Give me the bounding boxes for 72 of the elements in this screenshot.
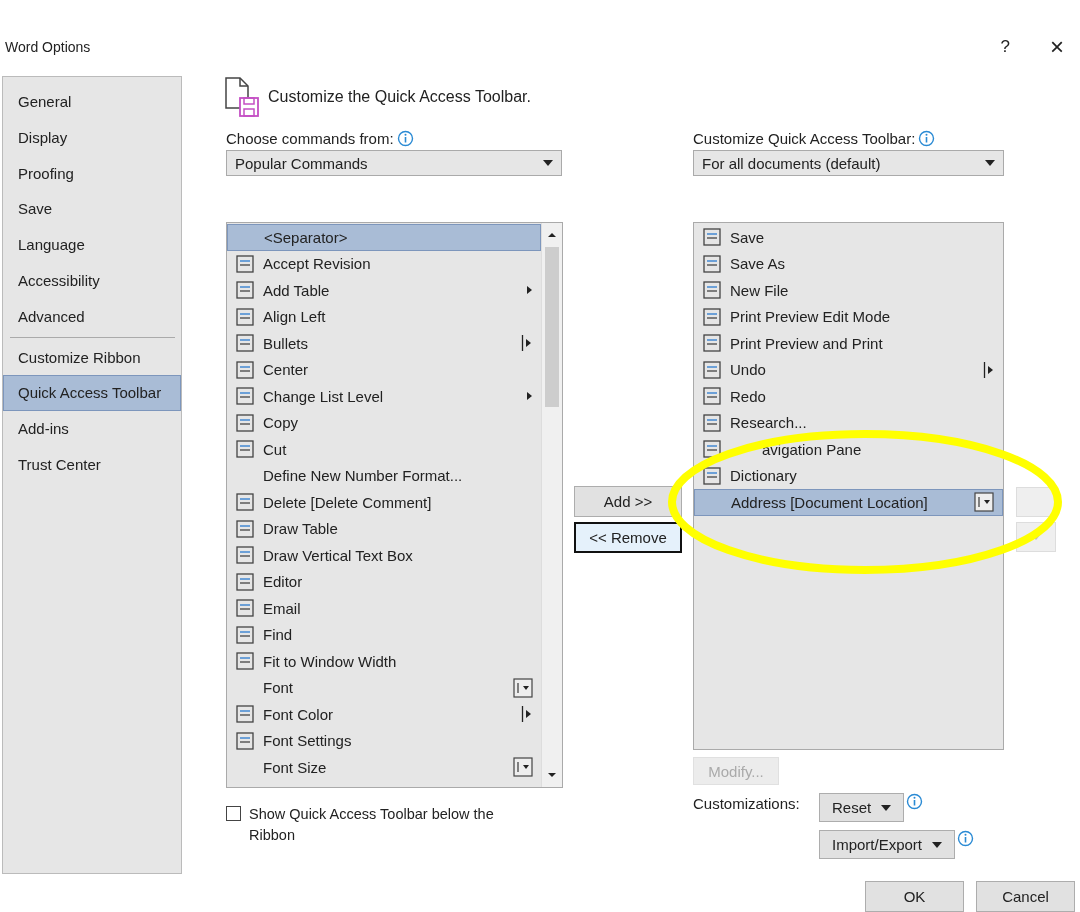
command-item[interactable]: Dictionary bbox=[694, 462, 1003, 489]
command-item[interactable]: Editor bbox=[227, 568, 541, 595]
command-item[interactable]: New File bbox=[694, 277, 1003, 304]
field-label: Customize Quick Access Toolbar: bbox=[693, 129, 916, 147]
close-button[interactable]: × bbox=[1050, 33, 1064, 61]
commands-dropdown[interactable]: Popular Commands bbox=[226, 150, 562, 176]
customizations-label: Customizations: bbox=[693, 794, 801, 814]
command-item[interactable]: Center bbox=[227, 356, 541, 383]
document-save-icon bbox=[224, 76, 262, 118]
info-icon bbox=[918, 129, 936, 147]
reset-button[interactable]: Reset bbox=[819, 793, 905, 822]
scope-dropdown[interactable]: For all documents (default) bbox=[693, 150, 1004, 176]
sidebar-item[interactable]: Trust Center bbox=[4, 446, 181, 483]
command-item[interactable]: Add Table bbox=[227, 277, 541, 304]
help-button[interactable]: ? bbox=[1000, 37, 1010, 57]
caret-icon bbox=[543, 160, 553, 166]
command-item[interactable]: Find bbox=[227, 621, 541, 648]
window-title: Word Options bbox=[5, 39, 91, 55]
command-item[interactable]: Address [Document Location] bbox=[694, 489, 1003, 516]
sidebar-item[interactable]: Save bbox=[4, 191, 181, 228]
sidebar-item[interactable]: Accessibility bbox=[4, 263, 181, 299]
scrollbar[interactable] bbox=[541, 223, 562, 787]
command-item[interactable]: Redo bbox=[694, 383, 1003, 410]
command-item[interactable]: Undo bbox=[694, 356, 1003, 383]
command-item[interactable]: Align Left bbox=[227, 303, 541, 330]
remove-button[interactable]: << Remove bbox=[574, 522, 682, 553]
scroll-thumb[interactable] bbox=[545, 247, 559, 407]
section-heading: Customize the Quick Access Toolbar. bbox=[268, 88, 531, 106]
info-icon bbox=[957, 830, 975, 847]
sidebar-item[interactable]: Advanced bbox=[4, 298, 181, 335]
command-item[interactable]: Accept Revision bbox=[227, 250, 541, 277]
command-item[interactable]: Cut bbox=[227, 436, 541, 463]
field-label: Choose commands from: bbox=[226, 129, 394, 147]
import-export-button[interactable]: Import/Export bbox=[819, 830, 956, 859]
command-item[interactable]: Bullets bbox=[227, 330, 541, 357]
add-button[interactable]: Add >> bbox=[574, 486, 682, 517]
command-item[interactable]: Fit to Window Width bbox=[227, 648, 541, 675]
checkbox-label: Show Quick Access Toolbar below the Ribbon bbox=[249, 805, 495, 845]
cancel-button[interactable]: Cancel bbox=[976, 881, 1075, 912]
sidebar-item[interactable]: General bbox=[4, 84, 181, 120]
command-item[interactable]: Delete [Delete Comment] bbox=[227, 489, 541, 516]
sidebar-item[interactable]: Language bbox=[4, 227, 181, 263]
caret-icon bbox=[985, 160, 995, 166]
command-item[interactable]: Email bbox=[227, 595, 541, 622]
caret-icon bbox=[881, 804, 892, 811]
sidebar-item[interactable]: Customize Ribbon bbox=[4, 339, 181, 376]
command-item[interactable]: Font Settings bbox=[227, 727, 541, 754]
info-icon bbox=[906, 793, 924, 810]
sidebar-item[interactable]: Quick Access Toolbar bbox=[3, 375, 181, 412]
checkbox[interactable] bbox=[226, 806, 241, 821]
command-item[interactable]: Change List Level bbox=[227, 383, 541, 410]
sidebar-item[interactable]: Display bbox=[4, 119, 181, 156]
command-item[interactable]: Print Preview and Print bbox=[694, 330, 1003, 357]
sidebar-item[interactable]: Proofing bbox=[4, 155, 181, 192]
command-item[interactable]: <Separator> bbox=[227, 224, 541, 251]
command-item[interactable]: Print Preview Edit Mode bbox=[694, 303, 1003, 330]
caret-icon bbox=[932, 841, 943, 848]
info-icon bbox=[396, 129, 414, 147]
command-item[interactable]: Draw Table bbox=[227, 515, 541, 542]
command-item[interactable]: Font bbox=[227, 674, 541, 701]
command-item[interactable]: Copy bbox=[227, 409, 541, 436]
command-item[interactable]: Font Size bbox=[227, 754, 541, 781]
sidebar-item[interactable]: Add-ins bbox=[4, 411, 181, 447]
command-item[interactable]: Font Color bbox=[227, 701, 541, 728]
command-item[interactable]: avigation Pane bbox=[694, 436, 1003, 463]
command-item[interactable]: Define New Number Format... bbox=[227, 462, 541, 489]
ok-button[interactable]: OK bbox=[865, 881, 964, 912]
command-item[interactable]: Save bbox=[694, 224, 1003, 251]
command-item[interactable]: Save As bbox=[694, 250, 1003, 277]
move-up-button[interactable] bbox=[1016, 487, 1056, 517]
command-item[interactable]: Research... bbox=[694, 409, 1003, 436]
command-item[interactable]: Draw Vertical Text Box bbox=[227, 542, 541, 569]
